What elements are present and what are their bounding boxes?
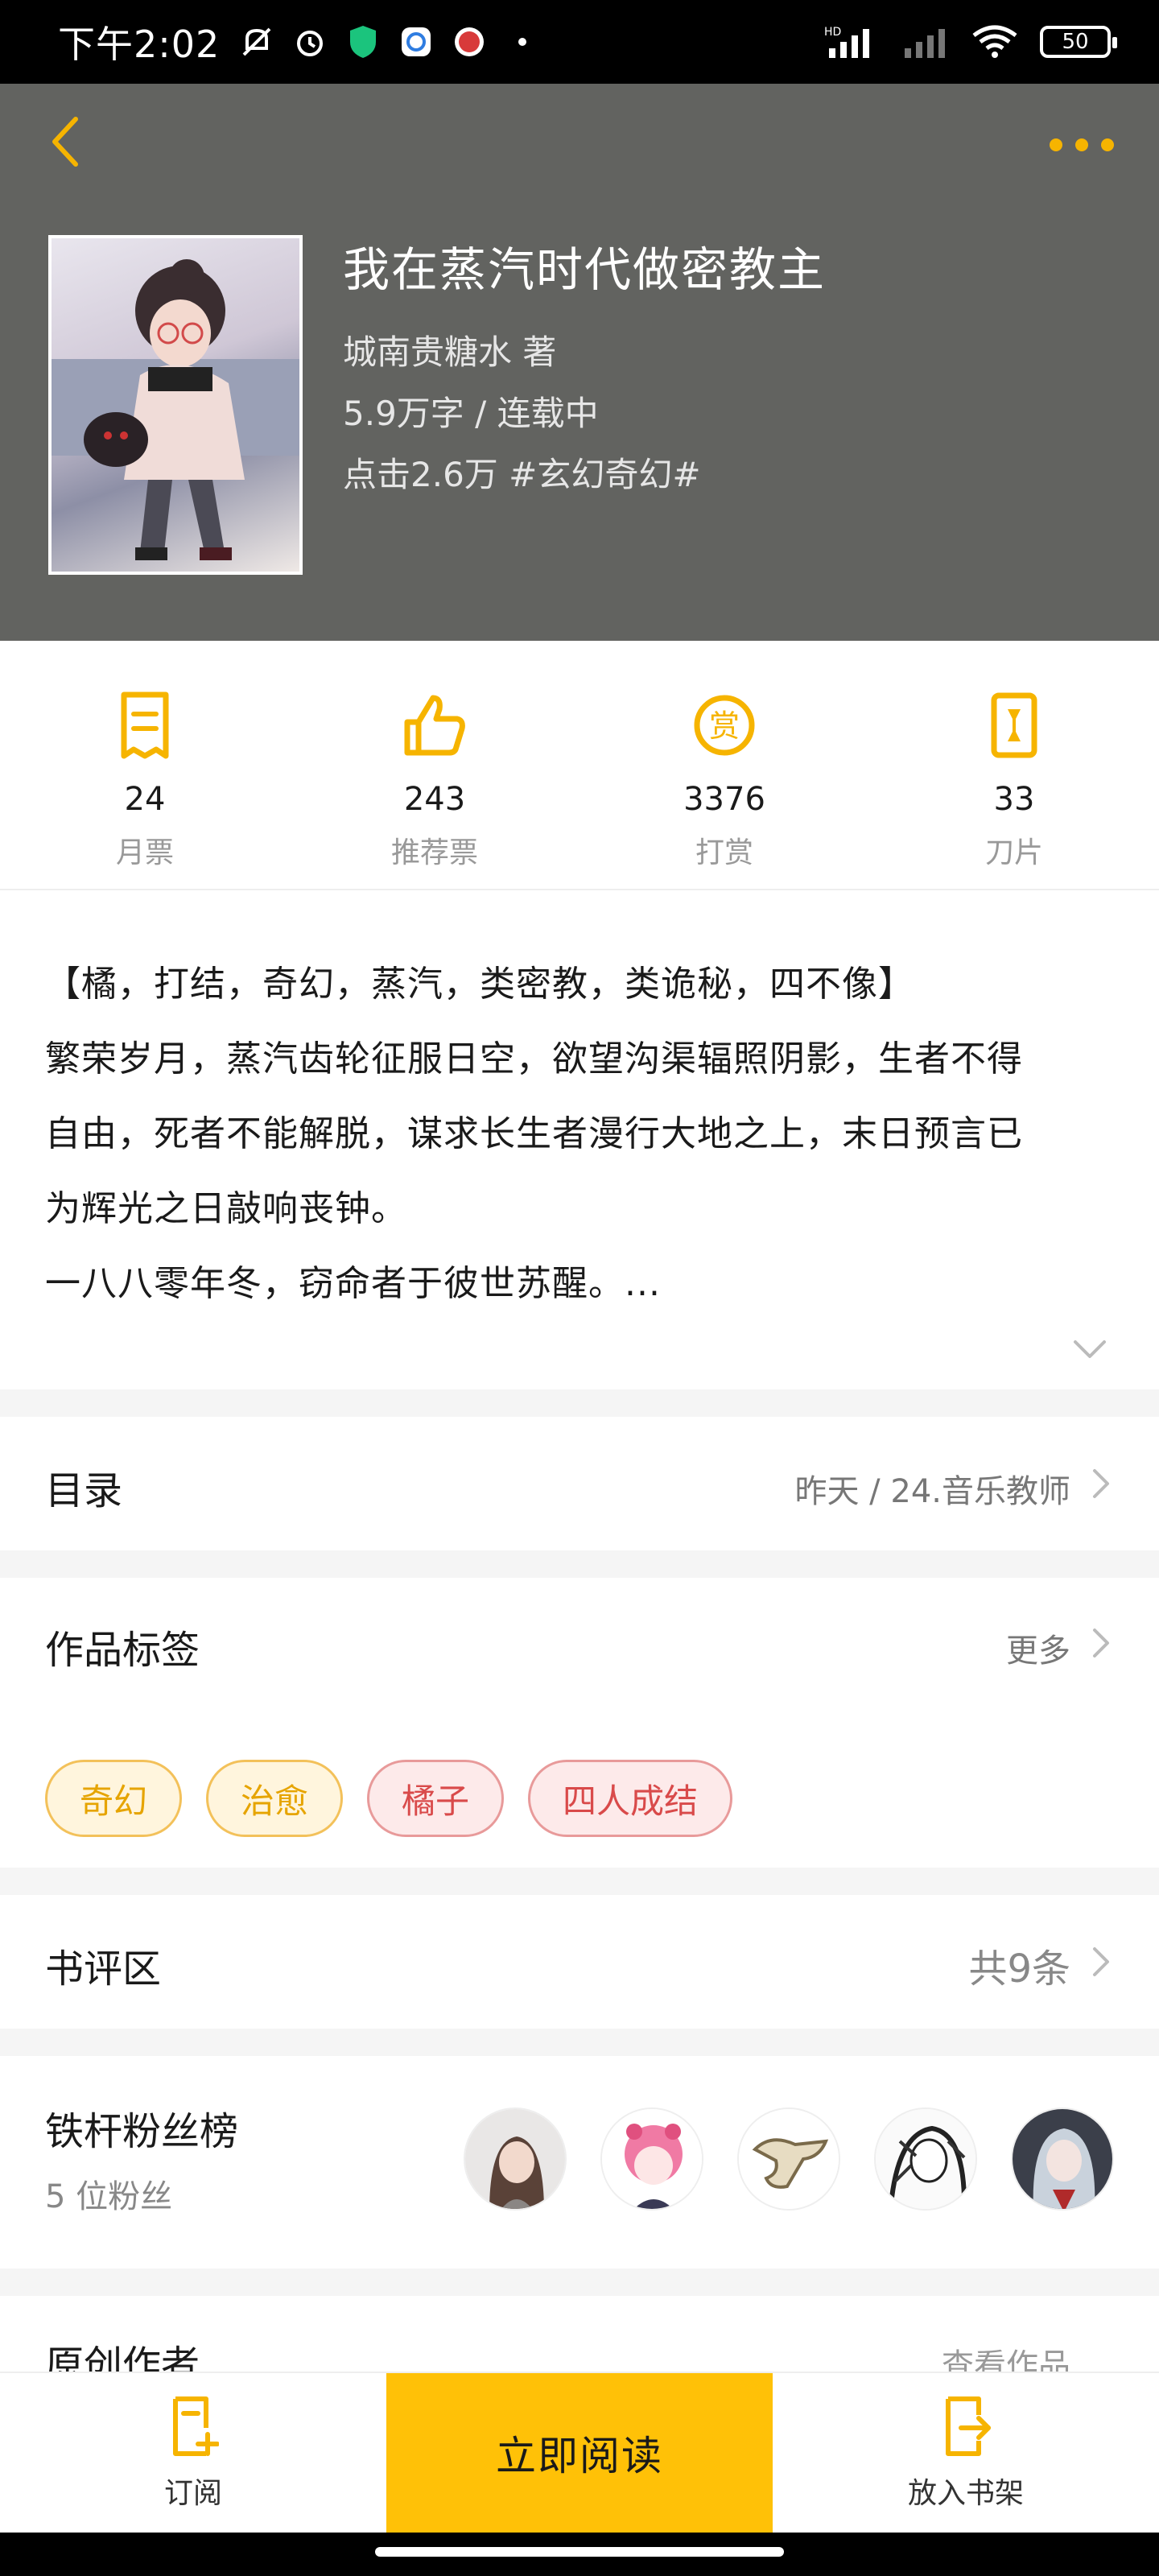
fan-avatar[interactable] xyxy=(464,2107,567,2211)
tag-chip[interactable]: 橘子 xyxy=(367,1760,505,1837)
book-cover[interactable] xyxy=(48,235,303,575)
thumbs-up-icon xyxy=(398,689,471,762)
chevron-left-icon xyxy=(52,117,78,167)
stat-recommend-ticket[interactable]: 243 推荐票 xyxy=(290,641,580,889)
more-dot-icon xyxy=(1075,138,1088,151)
tag-chip[interactable]: 奇幻 xyxy=(45,1760,183,1837)
reward-coin-icon: 赏 xyxy=(688,689,761,762)
chevron-right-icon[interactable] xyxy=(1085,1623,1117,1663)
chevron-right-icon xyxy=(1085,1463,1117,1504)
fan-avatar[interactable] xyxy=(600,2107,703,2211)
book-words-status: 5.9万字 / 连载中 xyxy=(343,394,599,433)
stat-monthly-ticket[interactable]: 24 月票 xyxy=(0,641,290,889)
app-notification-icon xyxy=(398,24,434,60)
stat-label: 打赏 xyxy=(695,836,753,869)
bottom-action-bar: 订阅 立即阅读 放入书架 xyxy=(0,2372,1159,2533)
read-now-button[interactable]: 立即阅读 xyxy=(386,2373,773,2533)
stat-label: 刀片 xyxy=(984,836,1043,869)
fans-avatar-list xyxy=(464,2107,1114,2211)
fans-title: 铁杆粉丝榜 xyxy=(45,2109,239,2154)
fan-avatar[interactable] xyxy=(737,2107,840,2211)
expand-intro-button[interactable] xyxy=(1069,1333,1111,1365)
intro-line: 一八八零年冬，窃命者于彼世苏醒。... xyxy=(45,1263,661,1304)
stat-value: 3376 xyxy=(683,781,765,818)
wifi-icon xyxy=(971,24,1019,60)
stat-blade[interactable]: 33 刀片 xyxy=(869,641,1159,889)
subscribe-button[interactable]: 订阅 xyxy=(0,2373,386,2533)
tags-more-link[interactable]: 更多 xyxy=(1006,1624,1070,1671)
svg-text:赏: 赏 xyxy=(709,708,740,744)
shield-icon xyxy=(345,24,381,60)
fan-avatar[interactable] xyxy=(874,2107,977,2211)
alarm-icon xyxy=(292,24,328,60)
tag-chip[interactable]: 治愈 xyxy=(206,1760,344,1837)
battery-icon: 50 xyxy=(1040,26,1117,58)
reviews-title: 书评区 xyxy=(45,1946,162,1992)
red-app-icon xyxy=(452,24,487,60)
intro-line: 繁荣岁月，蒸汽齿轮征服日空，欲望沟渠辐照阴影，生者不得 xyxy=(45,1038,1023,1080)
tags-title: 作品标签 xyxy=(45,1628,200,1673)
chevron-down-icon xyxy=(1074,1340,1106,1358)
more-options-button[interactable] xyxy=(1050,129,1114,161)
book-author[interactable]: 城南贵糖水 著 xyxy=(343,325,556,374)
status-bar: 下午2:02 HD 50 xyxy=(0,0,1159,84)
more-dot-icon xyxy=(1101,138,1114,151)
tag-chip[interactable]: 四人成结 xyxy=(528,1760,733,1837)
subscribe-icon xyxy=(161,2394,225,2458)
cover-illustration xyxy=(52,259,299,560)
book-intro[interactable]: 【橘，打结，奇幻，蒸汽，类密教，类诡秘，四不像】 繁荣岁月，蒸汽齿轮征服日空，欲… xyxy=(0,890,1159,1389)
fans-count: 5 位粉丝 xyxy=(45,2178,173,2215)
blade-icon xyxy=(978,689,1050,762)
stat-reward[interactable]: 赏 3376 打赏 xyxy=(580,641,869,889)
subscribe-label: 订阅 xyxy=(163,2477,222,2510)
reviews-count: 共9条 xyxy=(968,1946,1070,1992)
tag-list: 奇幻 治愈 橘子 四人成结 xyxy=(45,1760,733,1837)
dot-icon xyxy=(505,24,540,60)
reviews-row[interactable]: 书评区 共9条 xyxy=(0,1895,1159,2029)
fan-avatar[interactable] xyxy=(1011,2107,1114,2211)
book-clicks-genre: 点击2.6万 #玄幻奇幻# xyxy=(343,455,701,494)
catalog-latest-chapter: 昨天 / 24.音乐教师 xyxy=(794,1473,1070,1510)
add-to-shelf-label: 放入书架 xyxy=(907,2477,1024,2510)
status-time: 下午2:02 xyxy=(58,23,221,66)
monthly-ticket-icon xyxy=(109,689,181,762)
back-button[interactable] xyxy=(40,109,89,174)
stats-bar: 24 月票 243 推荐票 赏 3376 打赏 33 刀片 xyxy=(0,641,1159,890)
svg-text:HD: HD xyxy=(824,26,841,39)
mute-icon xyxy=(239,24,274,60)
signal-2-icon xyxy=(901,24,950,60)
stat-label: 推荐票 xyxy=(390,836,478,869)
chevron-right-icon xyxy=(1085,1942,1117,1982)
more-dot-icon xyxy=(1050,138,1062,151)
stat-value: 243 xyxy=(403,781,466,818)
signal-icon: HD xyxy=(824,24,881,60)
catalog-row[interactable]: 目录 昨天 / 24.音乐教师 xyxy=(0,1417,1159,1550)
add-to-shelf-icon xyxy=(934,2394,998,2458)
book-title: 我在蒸汽时代做密教主 xyxy=(343,242,827,297)
home-gesture-handle[interactable] xyxy=(375,2547,784,2557)
stat-value: 33 xyxy=(993,781,1035,818)
stat-value: 24 xyxy=(124,781,166,818)
add-to-shelf-button[interactable]: 放入书架 xyxy=(773,2373,1159,2533)
intro-line: 【橘，打结，奇幻，蒸汽，类密教，类诡秘，四不像】 xyxy=(45,964,914,1005)
status-icons-right: HD 50 xyxy=(824,24,1117,60)
status-icons-left xyxy=(239,24,540,60)
intro-line: 自由，死者不能解脱，谋求长生者漫行大地之上，末日预言已 xyxy=(45,1113,1023,1154)
catalog-title: 目录 xyxy=(45,1468,123,1513)
system-nav-area xyxy=(0,2533,1159,2576)
intro-line: 为辉光之日敲响丧钟。 xyxy=(45,1188,407,1229)
stat-label: 月票 xyxy=(115,836,174,869)
